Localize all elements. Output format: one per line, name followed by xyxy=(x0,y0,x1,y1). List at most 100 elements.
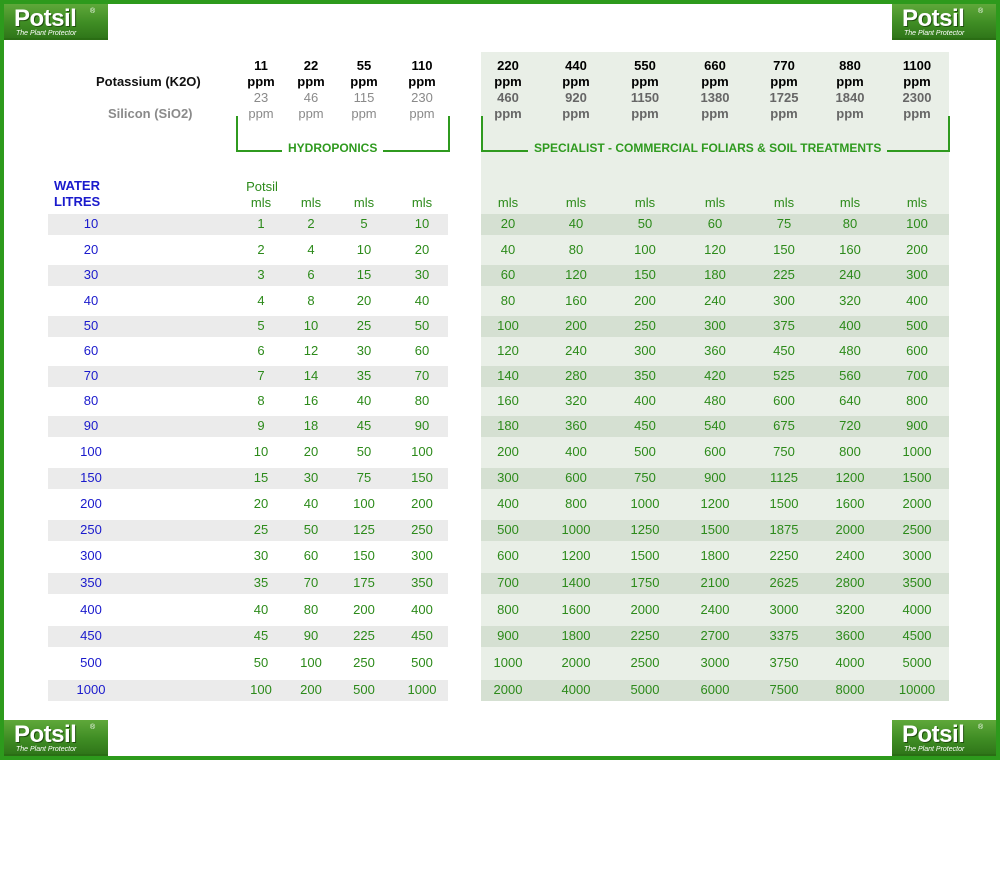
dosage-cell: 90 xyxy=(303,628,319,643)
potassium-ppm-value: 1100 xyxy=(902,58,932,73)
dosage-cell: 1200 xyxy=(561,548,591,563)
silicon-ppm-value: 1150 xyxy=(630,90,660,105)
dosage-cell: 20 xyxy=(356,293,372,308)
water-litres-cell: 350 xyxy=(80,575,102,590)
dosage-cell: 180 xyxy=(704,267,726,282)
dosage-cell: 60 xyxy=(414,343,430,358)
dosage-cell: 2250 xyxy=(769,548,799,563)
dosage-cell: 2000 xyxy=(493,682,523,697)
dosage-cell: 75 xyxy=(356,470,372,485)
dosage-cell: 450 xyxy=(634,418,656,433)
dosage-cell: 16 xyxy=(303,393,319,408)
dosage-cell: 80 xyxy=(414,393,430,408)
dosage-cell: 525 xyxy=(773,368,795,383)
potassium-ppm-value: 110 xyxy=(411,58,433,73)
dosage-cell: 750 xyxy=(634,470,656,485)
mls-unit-label: mls xyxy=(634,195,656,210)
dosage-cell: 400 xyxy=(411,602,433,617)
potassium-label: Potassium (K2O) xyxy=(96,74,201,89)
dosage-cell: 400 xyxy=(565,444,587,459)
dosage-cell: 1000 xyxy=(561,522,591,537)
dosage-cell: 1500 xyxy=(902,470,932,485)
dosage-cell: 80 xyxy=(568,242,584,257)
dosage-cell: 500 xyxy=(353,682,375,697)
dosage-cell: 350 xyxy=(411,575,433,590)
dosage-cell: 80 xyxy=(500,293,516,308)
dosage-cell: 50 xyxy=(303,522,319,537)
dosage-cell: 1000 xyxy=(902,444,932,459)
dosage-cell: 500 xyxy=(497,522,519,537)
silicon-ppm-value: 1840 xyxy=(835,90,865,105)
dosage-cell: 20 xyxy=(500,216,516,231)
water-label-line1: WATER xyxy=(54,178,100,193)
dosage-cell: 200 xyxy=(634,293,656,308)
concentration-column-header: 110 ppm 230 ppm xyxy=(392,58,452,122)
water-litres-cell: 80 xyxy=(83,393,99,408)
dosage-cell: 600 xyxy=(906,343,928,358)
water-litres-cell: 50 xyxy=(83,318,99,333)
water-litres-cell: 150 xyxy=(80,470,102,485)
logo-word: Potsil xyxy=(14,5,77,32)
dosage-cell: 1800 xyxy=(700,548,730,563)
dosage-cell: 300 xyxy=(906,267,928,282)
water-litres-cell: 500 xyxy=(80,655,102,670)
dosage-cell: 3200 xyxy=(835,602,865,617)
dosage-cell: 1125 xyxy=(770,470,798,485)
dosage-cell: 720 xyxy=(839,418,861,433)
mls-unit-label: mls xyxy=(497,195,519,210)
dosage-cell: 375 xyxy=(773,318,795,333)
dosage-cell: 600 xyxy=(497,548,519,563)
water-litres-cell: 90 xyxy=(83,418,99,433)
water-litres-cell: 70 xyxy=(83,368,99,383)
dosage-cell: 200 xyxy=(300,682,322,697)
dosage-cell: 3375 xyxy=(769,628,799,643)
silicon-ppm-value: 920 xyxy=(565,90,587,105)
logo-trademark: ® xyxy=(90,724,96,731)
dosage-cell: 540 xyxy=(704,418,726,433)
mls-unit-label: mls xyxy=(773,195,795,210)
potsil-logo-top-left: Potsil ® The Plant Protector xyxy=(4,4,108,40)
dosage-cell: 125 xyxy=(353,522,375,537)
logo-tagline: The Plant Protector xyxy=(904,30,965,37)
dosage-cell: 50 xyxy=(637,216,653,231)
mls-unit-label: mls xyxy=(839,195,861,210)
dosage-cell: 100 xyxy=(906,216,928,231)
concentration-column-header: 550 ppm 1150 ppm xyxy=(615,58,675,122)
dosage-cell: 350 xyxy=(634,368,656,383)
dosage-cell: 7500 xyxy=(769,682,799,697)
dosage-cell: 50 xyxy=(356,444,372,459)
dosage-cell: 150 xyxy=(634,267,656,282)
dosage-cell: 4 xyxy=(307,242,315,257)
dosage-cell: 40 xyxy=(414,293,430,308)
dosage-cell: 10 xyxy=(356,242,372,257)
logo-word: Potsil xyxy=(902,5,965,32)
water-litres-cell: 60 xyxy=(83,343,99,358)
dosage-cell: 18 xyxy=(303,418,319,433)
potassium-ppm-unit: ppm xyxy=(631,74,659,89)
water-litres-cell: 400 xyxy=(80,602,102,617)
potsil-logo-top-right: Potsil ® The Plant Protector xyxy=(892,4,996,40)
water-litres-cell: 40 xyxy=(83,293,99,308)
concentration-column-header: 440 ppm 920 ppm xyxy=(546,58,606,122)
dosage-cell: 30 xyxy=(414,267,430,282)
dosage-cell: 80 xyxy=(303,602,319,617)
silicon-ppm-value: 2300 xyxy=(902,90,932,105)
dosage-cell: 200 xyxy=(353,602,375,617)
dosage-cell: 450 xyxy=(773,343,795,358)
dosage-cell: 70 xyxy=(303,575,319,590)
dosage-cell: 300 xyxy=(704,318,726,333)
dosage-cell: 70 xyxy=(414,368,430,383)
dosage-cell: 450 xyxy=(411,628,433,643)
dosage-cell: 360 xyxy=(704,343,726,358)
dosage-cell: 6000 xyxy=(700,682,730,697)
logo-trademark: ® xyxy=(978,8,984,15)
dosage-cell: 560 xyxy=(839,368,861,383)
dosage-cell: 160 xyxy=(839,242,861,257)
dosage-cell: 1250 xyxy=(630,522,660,537)
dosage-cell: 100 xyxy=(411,444,433,459)
dosage-cell: 45 xyxy=(356,418,372,433)
dosage-cell: 360 xyxy=(565,418,587,433)
dosage-cell: 3000 xyxy=(700,655,730,670)
dosage-cell: 2100 xyxy=(700,575,730,590)
potassium-ppm-value: 22 xyxy=(303,58,319,73)
